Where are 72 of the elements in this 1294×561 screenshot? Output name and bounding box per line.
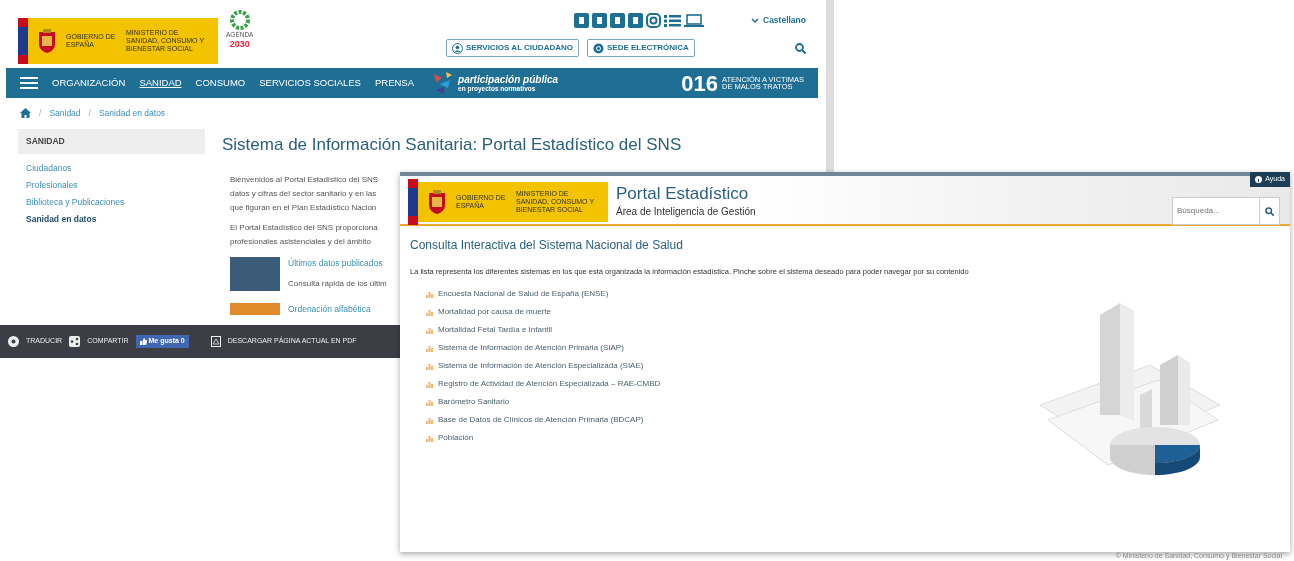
breadcrumb-link[interactable]: Sanidad [49, 107, 81, 120]
page-title: Sistema de Información Sanitaria: Portal Estadístico del SNS [222, 133, 683, 156]
search-button[interactable] [1260, 197, 1280, 225]
bar-chart-icon [426, 290, 433, 298]
translate-icon [8, 336, 19, 347]
breadcrumb-separator: / [88, 107, 91, 120]
agenda-wheel-icon [229, 10, 250, 30]
feature-link[interactable]: Últimos datos publicados [288, 257, 387, 270]
coat-of-arms-icon [36, 28, 58, 54]
sidebar-link[interactable]: Biblioteca y Publicaciones [18, 193, 205, 211]
nav-link[interactable]: PRENSA [374, 75, 415, 91]
system-link[interactable]: Mortalidad por causa de muerte [426, 303, 661, 322]
system-link[interactable]: Sistema de Información de Atención Especializada (SIAE) [426, 357, 661, 376]
chevron-down-icon [751, 17, 759, 24]
system-link[interactable]: Población [426, 429, 661, 448]
breadcrumb-separator: / [39, 107, 42, 120]
help-icon [1255, 175, 1263, 183]
image-placeholder [230, 303, 280, 316]
search-icon [1265, 207, 1274, 217]
search-icon [795, 43, 806, 55]
flag-stripe [18, 18, 28, 64]
sidebar-link[interactable]: Profesionales [18, 176, 205, 194]
language-dropdown[interactable]: Castellano [751, 14, 806, 27]
service-button[interactable]: SEDE ELECTRÓNICA [587, 39, 695, 57]
system-link[interactable]: Sistema de Información de Atención Primaria (SIAP) [426, 339, 661, 358]
photo-placeholder [230, 257, 280, 292]
bar-chart-icon [426, 380, 433, 388]
pie-slice-drawing [1155, 445, 1200, 476]
search-field[interactable]: Búsqueda... [1172, 197, 1260, 225]
agenda-year: 2030 [229, 39, 250, 49]
bar-chart-icon [426, 326, 433, 334]
bar-chart-icon [426, 344, 433, 352]
portal-title: Portal Estadístico [616, 185, 750, 204]
nav-link[interactable]: CONSUMO [195, 75, 246, 91]
feature-description: Consulta rápida de los últim [288, 278, 387, 290]
list-icon [664, 13, 681, 28]
feature-link[interactable]: Ordenación alfabética [288, 303, 371, 316]
bar-chart-icon [426, 416, 433, 424]
sidebar-link[interactable]: Ciudadanos [18, 159, 205, 177]
system-link[interactable]: Encuesta Nacional de Salud de España (ENSE) [426, 285, 661, 304]
instagram-icon [646, 13, 661, 28]
thumbs-up-icon [139, 338, 147, 345]
bar-drawing [1160, 355, 1190, 426]
bar-chart-icon [426, 308, 433, 316]
people-icon [452, 42, 463, 54]
hotline-number: 016 [681, 69, 719, 98]
banner-title: participación pública [458, 73, 559, 85]
system-link[interactable]: Base de Datos de Clínicos de Atención Primaria (BDCAP) [426, 411, 661, 430]
system-link[interactable]: Mortalidad Fetal Tardía e Infantil [426, 321, 661, 340]
system-link[interactable]: Registro de Actividad de Atención Especializada – RAE-CMBD [426, 375, 661, 394]
bar-chart-icon [426, 362, 433, 370]
bar-chart-icon [426, 398, 433, 406]
system-link[interactable]: Barómetro Sanitario [426, 393, 661, 412]
nav-link[interactable]: SERVICIOS SOCIALES [259, 75, 361, 91]
menu-icon [20, 77, 38, 89]
bar-chart-icon [426, 434, 433, 442]
share-icon [69, 336, 81, 347]
service-button[interactable]: SERVICIOS AL CIUDADANO [446, 39, 579, 57]
nav-link[interactable]: SANIDAD [139, 75, 182, 91]
laptop-icon [684, 13, 704, 28]
home-icon [20, 108, 31, 119]
portal-subtitle: Área de Inteligencia de Gestión [616, 204, 756, 219]
sidebar-link[interactable]: Sanidad en datos [18, 210, 205, 228]
breadcrumb-link[interactable]: Sanidad en datos [98, 107, 166, 120]
coat-of-arms-icon [426, 189, 448, 215]
section-heading: Consulta Interactiva del Sistema Nacional de Salud [410, 237, 684, 254]
pdf-icon [210, 336, 221, 347]
sidebar-title: SANIDAD [18, 128, 205, 154]
flag-stripe [408, 179, 418, 225]
intro-paragraph: Bienvenidos al Portal Estadístico del SNS datos y cifras del sector sanitario y en las que figuran en el Plan Estadístico Nacion [230, 174, 380, 215]
nav-link[interactable]: ORGANIZACIÓN [52, 75, 126, 91]
intro-paragraph: El Portal Estadístico del SNS proporciona profesionales asistenciales y del ámbito [230, 222, 379, 249]
